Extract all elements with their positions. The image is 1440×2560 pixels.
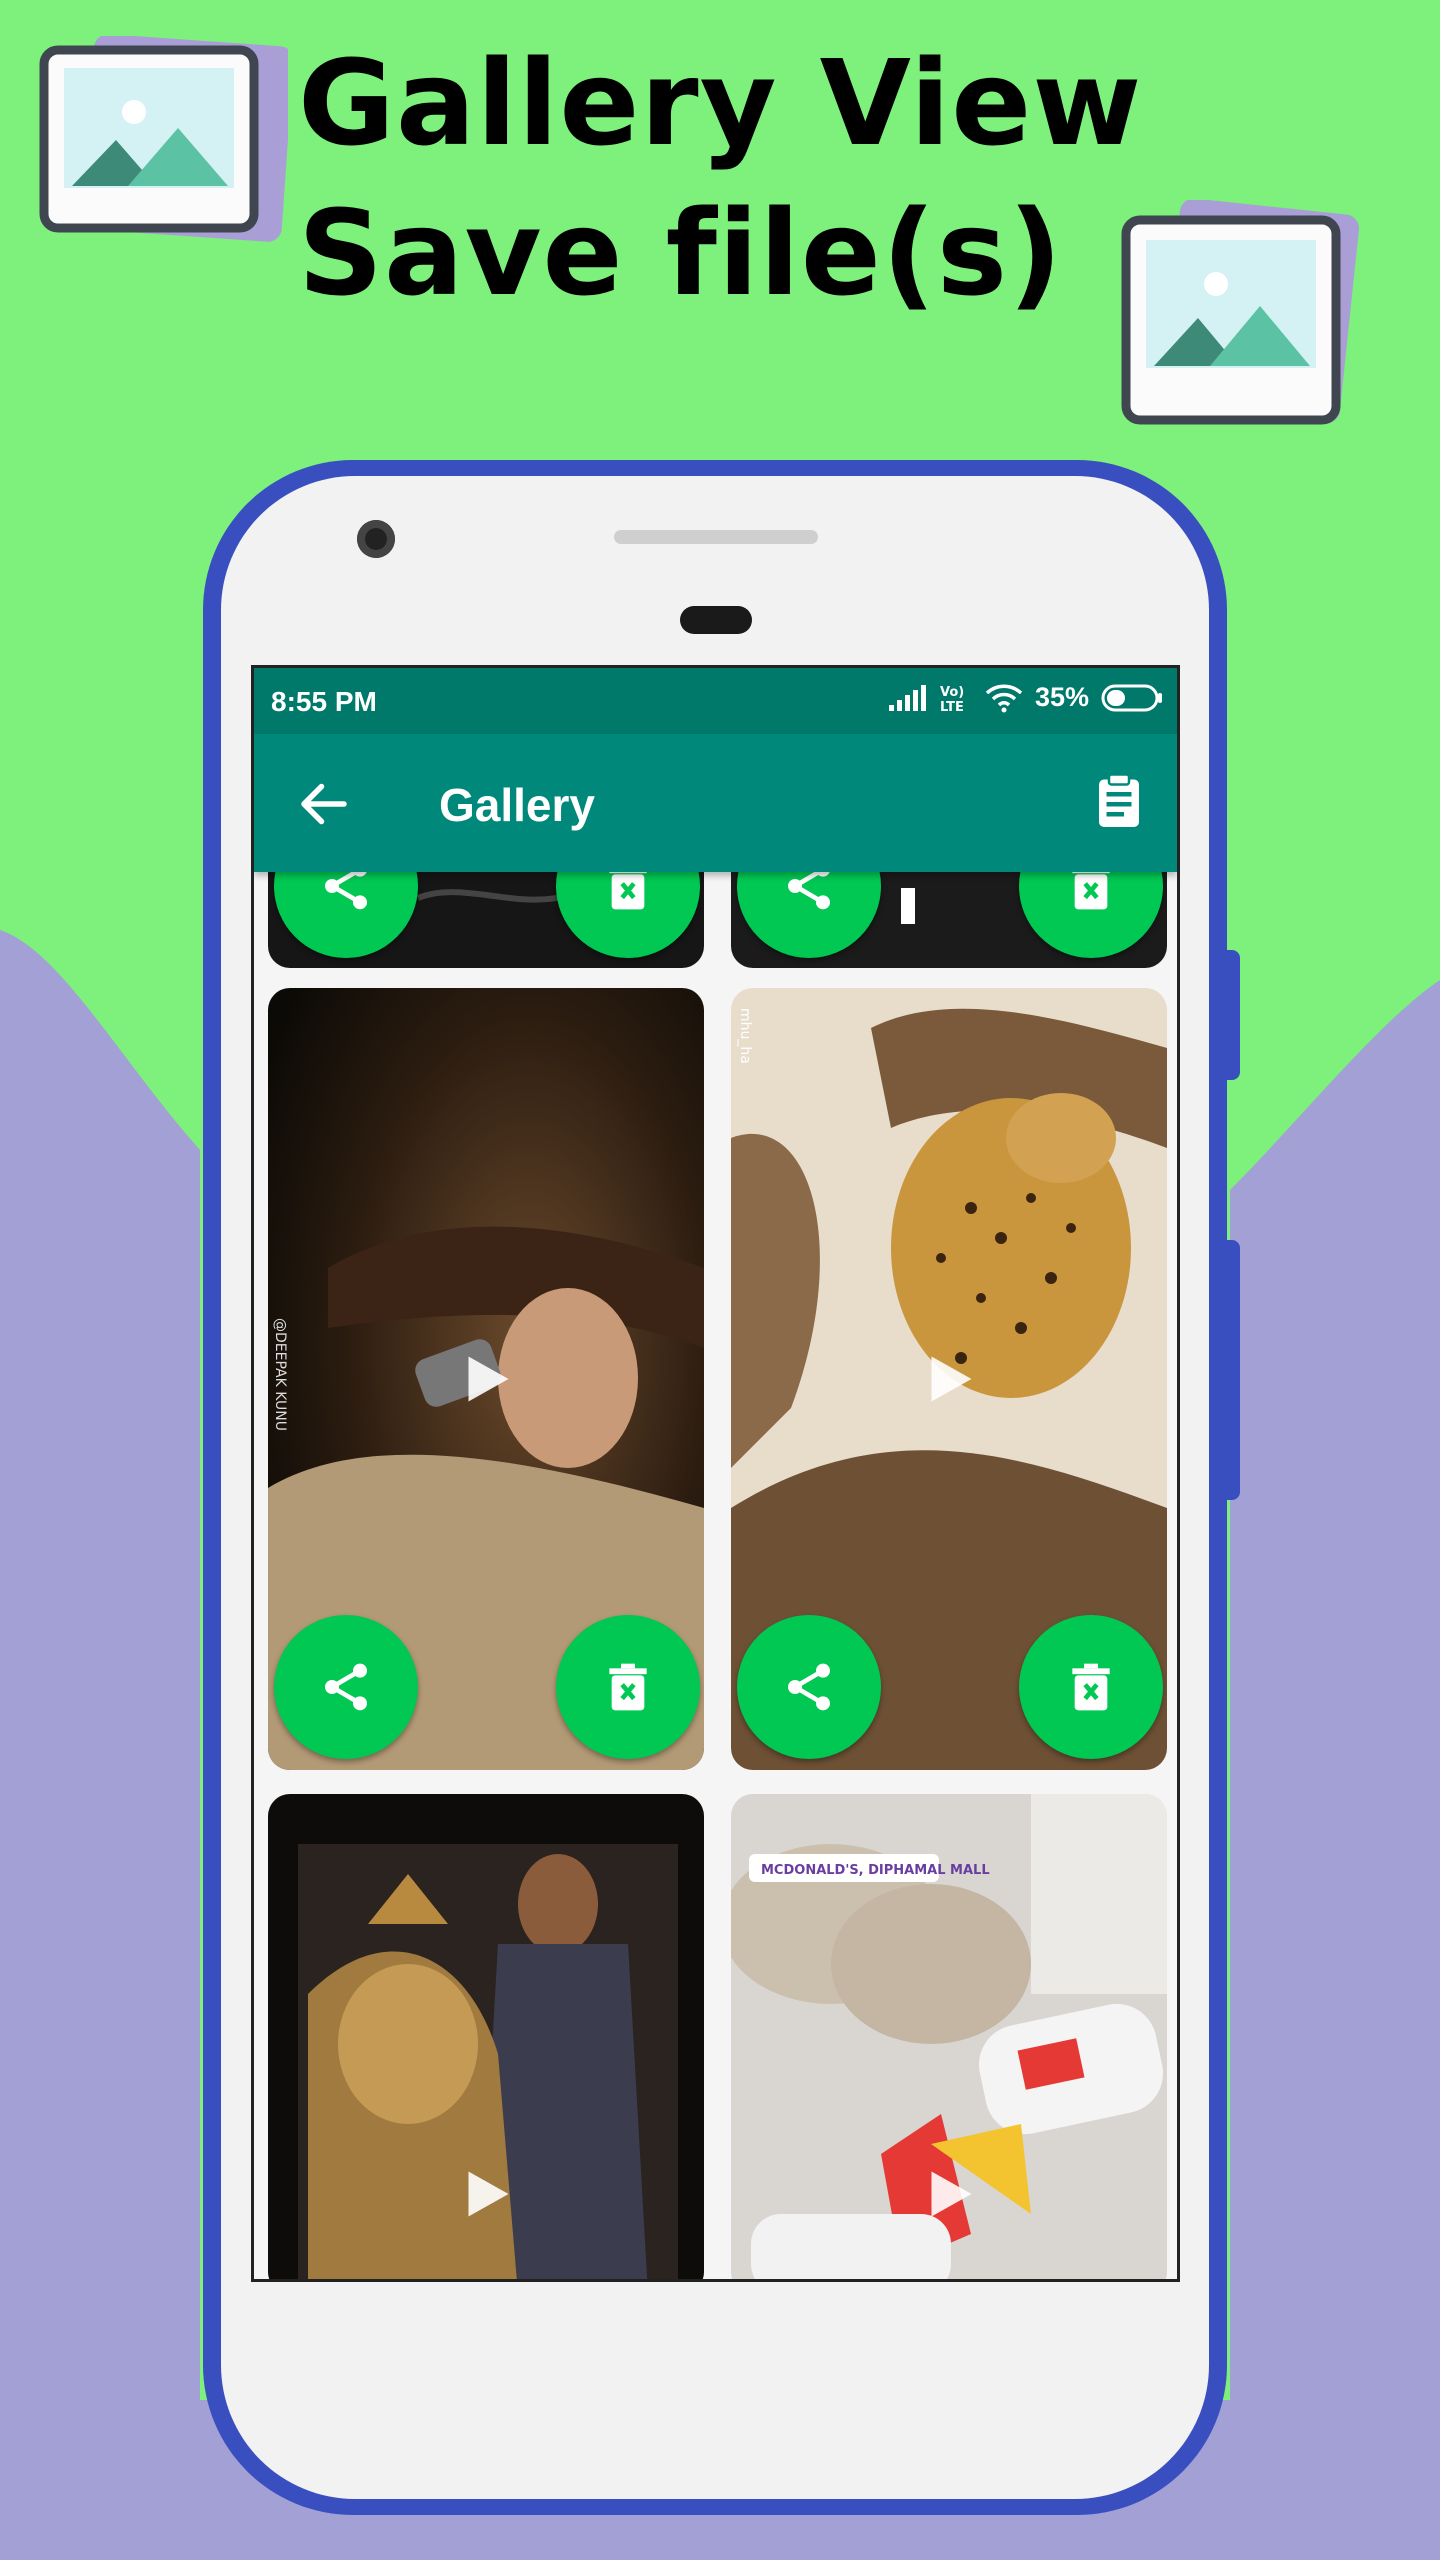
battery-icon — [1101, 684, 1162, 711]
volte-icon: Vo) LTE — [940, 685, 964, 713]
svg-text:MCDONALD'S, DIPHAMAL MALL: MCDONALD'S, DIPHAMAL MALL — [761, 1863, 990, 1878]
delete-button[interactable] — [556, 1615, 700, 1759]
share-icon — [788, 1663, 830, 1711]
gallery-item[interactable] — [268, 1794, 704, 2279]
status-time: 8:55 PM — [271, 686, 377, 717]
wifi-icon — [985, 684, 1023, 712]
share-icon — [325, 1663, 367, 1711]
promo-title-line1: Gallery View — [298, 34, 1143, 172]
share-button[interactable] — [274, 1615, 418, 1759]
phone-volume-button — [1226, 1240, 1240, 1500]
play-icon — [468, 1356, 509, 1402]
gallery-item[interactable]: MCDONALD'S, DIPHAMAL MALL — [731, 1794, 1167, 2279]
svg-text:@DEEPAK KUNU: @DEEPAK KUNU — [272, 1318, 288, 1431]
status-icons: Vo) LTE 35% — [888, 682, 1163, 713]
gallery-item[interactable]: mhu_ha — [731, 988, 1167, 1770]
play-icon — [468, 2171, 509, 2217]
play-icon — [931, 2171, 972, 2217]
gallery-grid[interactable]: @DEEPAK KUNU mhu_ha MCDONALD'S, DIPHAMAL… — [254, 668, 1177, 2279]
app-bar-title: Gallery — [439, 779, 595, 831]
battery-percentage: 35% — [1034, 682, 1089, 712]
promo-title-line2: Save file(s) — [298, 184, 1063, 322]
status-bar: 8:55 PM Vo) LTE 35% — [254, 668, 1177, 734]
promo-title: Gallery View Save file(s) — [298, 28, 1142, 328]
svg-text:mhu_ha: mhu_ha — [737, 1008, 753, 1064]
earpiece-speaker — [614, 530, 818, 544]
delete-icon — [609, 1663, 647, 1711]
svg-text:Vo): Vo) — [940, 685, 964, 700]
delete-button[interactable] — [1019, 1615, 1163, 1759]
play-icon — [931, 1356, 972, 1402]
front-camera — [357, 520, 395, 558]
arrow-back-icon[interactable] — [294, 774, 354, 834]
phone-screen: @DEEPAK KUNU mhu_ha MCDONALD'S, DIPHAMAL… — [251, 665, 1180, 2282]
share-button[interactable] — [737, 1615, 881, 1759]
gallery-item[interactable]: @DEEPAK KUNU — [268, 988, 704, 1770]
app-bar: Gallery — [254, 734, 1177, 872]
clipboard-icon[interactable] — [1089, 772, 1149, 832]
proximity-sensor — [680, 606, 752, 634]
phone-power-button — [1226, 950, 1240, 1080]
svg-text:LTE: LTE — [940, 700, 964, 713]
image-icon-right — [1121, 200, 1359, 425]
delete-icon — [1072, 1663, 1110, 1711]
image-icon-left — [39, 36, 288, 242]
signal-icon — [888, 684, 926, 711]
